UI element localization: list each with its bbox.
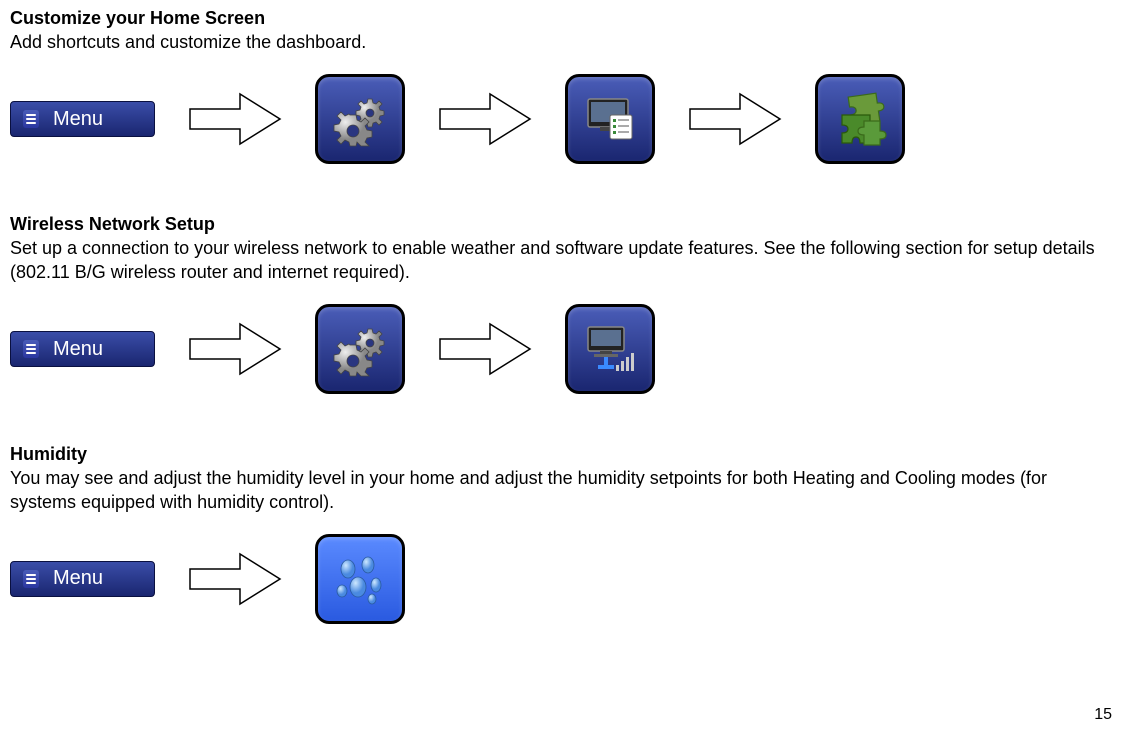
network-icon[interactable]	[565, 304, 655, 394]
humidity-section: Humidity You may see and adjust the humi…	[10, 444, 1114, 624]
menu-button[interactable]: Menu	[10, 101, 155, 137]
flow-row: Menu	[10, 304, 1114, 394]
section-title: Customize your Home Screen	[10, 8, 1114, 29]
arrow-right-icon	[435, 89, 535, 149]
section-desc: You may see and adjust the humidity leve…	[10, 467, 1114, 514]
menu-button[interactable]: Menu	[10, 561, 155, 597]
flow-row: Menu	[10, 74, 1114, 164]
menu-label: Menu	[53, 338, 103, 361]
arrow-right-icon	[435, 319, 535, 379]
customize-home-screen-section: Customize your Home Screen Add shortcuts…	[10, 8, 1114, 164]
settings-icon[interactable]	[315, 74, 405, 164]
section-title: Wireless Network Setup	[10, 214, 1114, 235]
page-number: 15	[1094, 706, 1112, 724]
menu-button[interactable]: Menu	[10, 331, 155, 367]
menu-icon	[23, 570, 39, 588]
menu-icon	[23, 110, 39, 128]
puzzle-icon[interactable]	[815, 74, 905, 164]
section-desc: Set up a connection to your wireless net…	[10, 237, 1114, 284]
wireless-network-section: Wireless Network Setup Set up a connecti…	[10, 214, 1114, 394]
flow-row: Menu	[10, 534, 1114, 624]
humidity-icon[interactable]	[315, 534, 405, 624]
arrow-right-icon	[685, 89, 785, 149]
settings-icon[interactable]	[315, 304, 405, 394]
section-desc: Add shortcuts and customize the dashboar…	[10, 31, 1114, 54]
menu-label: Menu	[53, 567, 103, 590]
arrow-right-icon	[185, 549, 285, 609]
section-title: Humidity	[10, 444, 1114, 465]
menu-icon	[23, 340, 39, 358]
menu-label: Menu	[53, 108, 103, 131]
arrow-right-icon	[185, 319, 285, 379]
dashboard-icon[interactable]	[565, 74, 655, 164]
arrow-right-icon	[185, 89, 285, 149]
